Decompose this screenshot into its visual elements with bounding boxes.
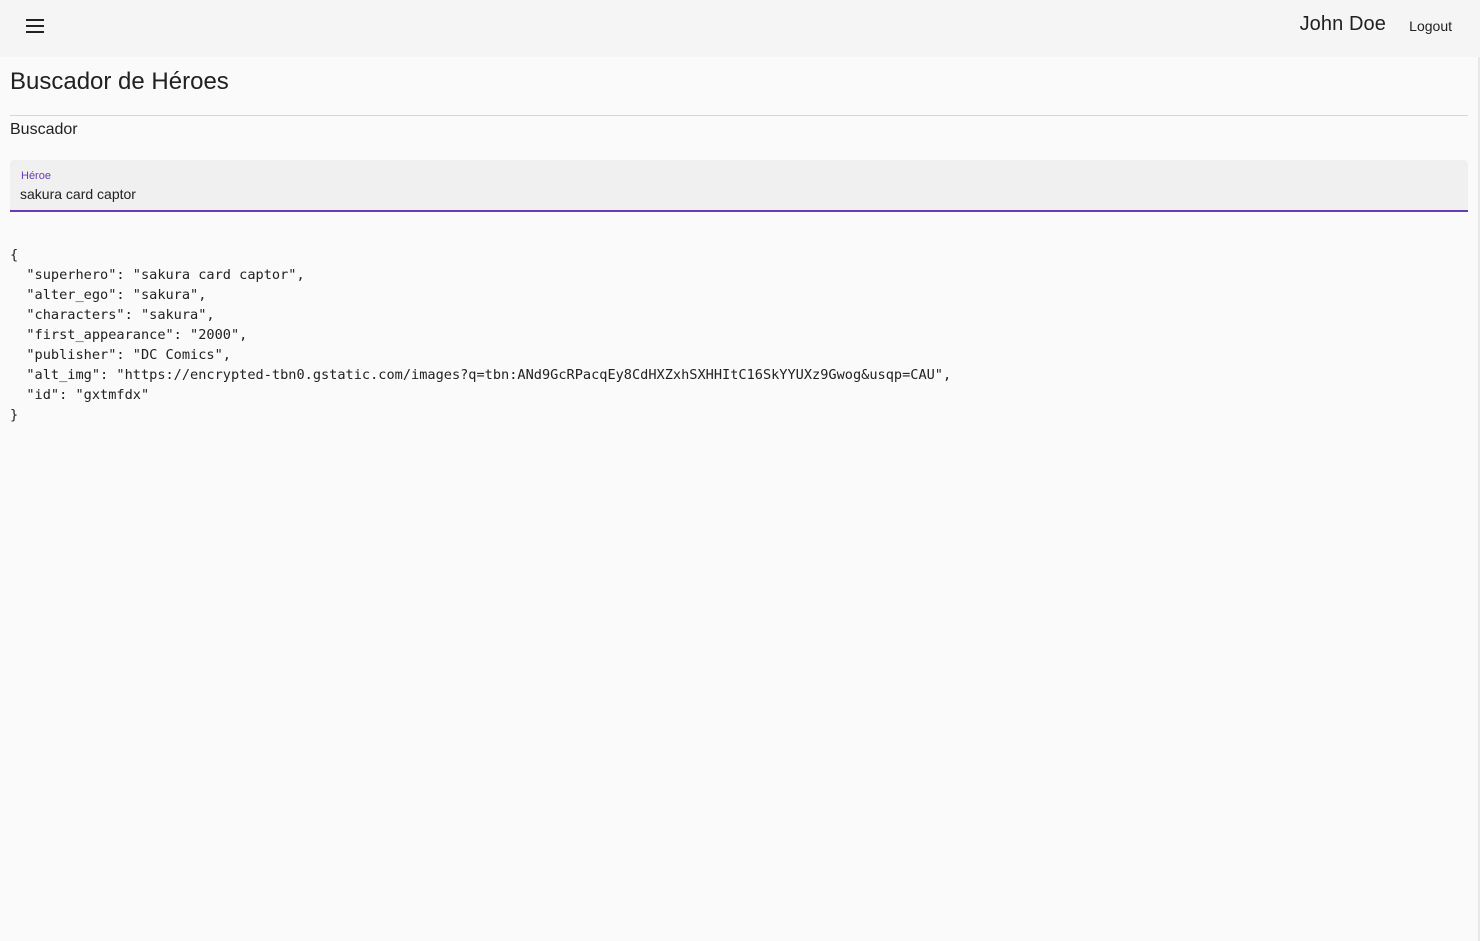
page-title: Buscador de Héroes	[10, 68, 229, 95]
user-name: John Doe	[1299, 13, 1386, 35]
menu-bar-line	[26, 19, 44, 21]
hero-search-field[interactable]: Héroe	[10, 160, 1468, 212]
hamburger-menu-icon[interactable]	[16, 16, 56, 36]
menu-bar-line	[26, 31, 44, 33]
section-label: Buscador	[10, 121, 78, 138]
hero-field-label: Héroe	[21, 170, 51, 182]
logout-button[interactable]: Logout	[1405, 16, 1456, 36]
hero-search-input[interactable]	[20, 184, 1450, 204]
hero-json-output: { "superhero": "sakura card captor", "al…	[10, 247, 952, 423]
top-toolbar: John Doe Logout	[0, 0, 1480, 57]
divider	[10, 115, 1468, 116]
menu-bar-line	[26, 25, 44, 27]
